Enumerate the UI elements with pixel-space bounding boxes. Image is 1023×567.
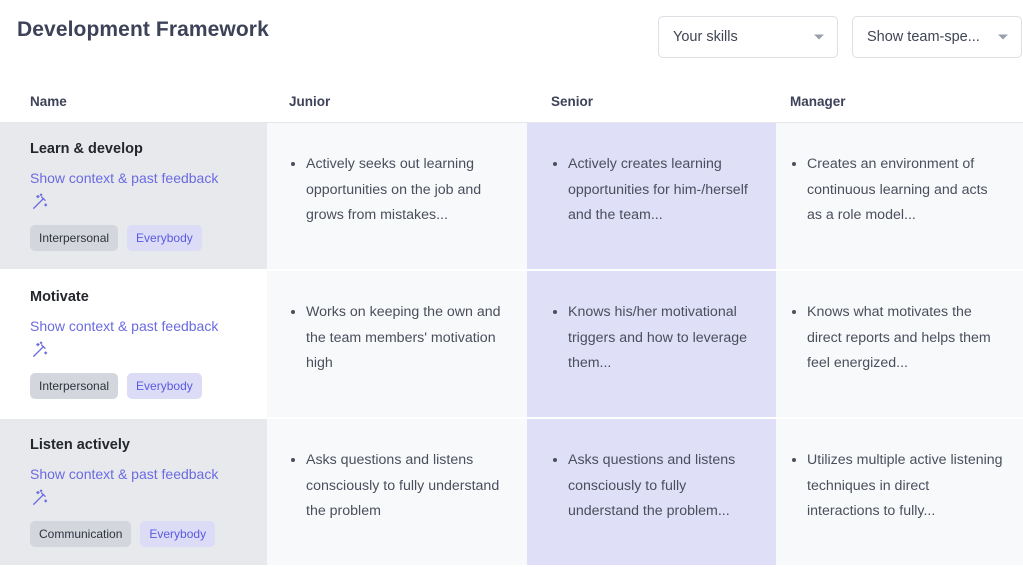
skill-tags: Communication Everybody bbox=[30, 521, 249, 547]
skills-scope-select[interactable]: Your skills bbox=[658, 16, 838, 58]
behaviour-list: Asks questions and listens consciously t… bbox=[289, 447, 507, 525]
show-context-link[interactable]: Show context & past feedback bbox=[30, 169, 249, 188]
level-cell-manager: Knows what motivates the direct reports … bbox=[776, 271, 1023, 417]
skill-title: Motivate bbox=[30, 289, 89, 305]
skill-name-cell: Learn & develop Show context & past feed… bbox=[0, 123, 267, 269]
skill-tag-category[interactable]: Interpersonal bbox=[30, 225, 119, 251]
skill-name-cell: Motivate Show context & past feedback In… bbox=[0, 271, 267, 417]
skill-tag-category[interactable]: Interpersonal bbox=[30, 373, 119, 399]
table-row: Listen actively Show context & past feed… bbox=[0, 419, 1023, 567]
behaviour-item: Actively seeks out learning opportunitie… bbox=[306, 151, 507, 229]
column-header-name: Name bbox=[30, 93, 67, 109]
behaviour-list: Utilizes multiple active listening techn… bbox=[790, 447, 1003, 525]
behaviour-list: Creates an environment of continuous lea… bbox=[790, 151, 1003, 229]
skills-scope-select-value: Your skills bbox=[673, 29, 738, 45]
table-row: Learn & develop Show context & past feed… bbox=[0, 123, 1023, 271]
behaviour-list: Actively seeks out learning opportunitie… bbox=[289, 151, 507, 229]
level-cell-senior: Knows his/her motivational triggers and … bbox=[527, 271, 776, 417]
level-cell-junior: Actively seeks out learning opportunitie… bbox=[267, 123, 527, 269]
chevron-down-icon bbox=[998, 34, 1008, 40]
page-header: Development Framework Your skills Show t… bbox=[0, 0, 1023, 80]
skill-tag-audience[interactable]: Everybody bbox=[140, 521, 216, 547]
table-header-row: Name Junior Senior Manager bbox=[0, 80, 1023, 123]
show-context-link[interactable]: Show context & past feedback bbox=[30, 465, 249, 484]
level-cell-manager: Utilizes multiple active listening techn… bbox=[776, 419, 1023, 565]
level-cell-manager: Creates an environment of continuous lea… bbox=[776, 123, 1023, 269]
skill-title: Listen actively bbox=[30, 437, 130, 453]
page-title: Development Framework bbox=[17, 18, 269, 41]
team-visibility-select-value: Show team-spe... bbox=[867, 29, 980, 45]
skill-tag-audience[interactable]: Everybody bbox=[127, 225, 202, 251]
column-header-senior: Senior bbox=[551, 93, 594, 109]
behaviour-item: Creates an environment of continuous lea… bbox=[807, 151, 1003, 229]
skill-tags: Interpersonal Everybody bbox=[30, 373, 249, 399]
behaviour-item: Asks questions and listens consciously t… bbox=[568, 447, 756, 525]
column-header-junior: Junior bbox=[289, 93, 331, 109]
development-framework-table: Name Junior Senior Manager Learn & devel… bbox=[0, 80, 1023, 567]
level-cell-junior: Works on keeping the own and the team me… bbox=[267, 271, 527, 417]
header-filters: Your skills Show team-spe... bbox=[658, 16, 1022, 58]
magic-wand-icon[interactable] bbox=[30, 192, 50, 212]
behaviour-list: Knows his/her motivational triggers and … bbox=[551, 299, 756, 377]
team-visibility-select[interactable]: Show team-spe... bbox=[852, 16, 1022, 58]
behaviour-list: Knows what motivates the direct reports … bbox=[790, 299, 1003, 377]
behaviour-item: Asks questions and listens consciously t… bbox=[306, 447, 507, 525]
skill-title: Learn & develop bbox=[30, 141, 143, 157]
skill-tag-category[interactable]: Communication bbox=[30, 521, 132, 547]
table-row: Motivate Show context & past feedback In… bbox=[0, 271, 1023, 419]
magic-wand-icon[interactable] bbox=[30, 488, 50, 508]
behaviour-list: Asks questions and listens consciously t… bbox=[551, 447, 756, 525]
level-cell-senior: Actively creates learning opportunities … bbox=[527, 123, 776, 269]
skill-tag-audience[interactable]: Everybody bbox=[127, 373, 202, 399]
behaviour-list: Actively creates learning opportunities … bbox=[551, 151, 756, 229]
level-cell-senior: Asks questions and listens consciously t… bbox=[527, 419, 776, 565]
behaviour-list: Works on keeping the own and the team me… bbox=[289, 299, 507, 377]
skill-tags: Interpersonal Everybody bbox=[30, 225, 249, 251]
column-header-manager: Manager bbox=[790, 93, 846, 109]
behaviour-item: Utilizes multiple active listening techn… bbox=[807, 447, 1003, 525]
skill-name-cell: Listen actively Show context & past feed… bbox=[0, 419, 267, 565]
behaviour-item: Actively creates learning opportunities … bbox=[568, 151, 756, 229]
level-cell-junior: Asks questions and listens consciously t… bbox=[267, 419, 527, 565]
magic-wand-icon[interactable] bbox=[30, 340, 50, 360]
behaviour-item: Works on keeping the own and the team me… bbox=[306, 299, 507, 377]
behaviour-item: Knows what motivates the direct reports … bbox=[807, 299, 1003, 377]
behaviour-item: Knows his/her motivational triggers and … bbox=[568, 299, 756, 377]
show-context-link[interactable]: Show context & past feedback bbox=[30, 317, 249, 336]
chevron-down-icon bbox=[814, 34, 824, 40]
